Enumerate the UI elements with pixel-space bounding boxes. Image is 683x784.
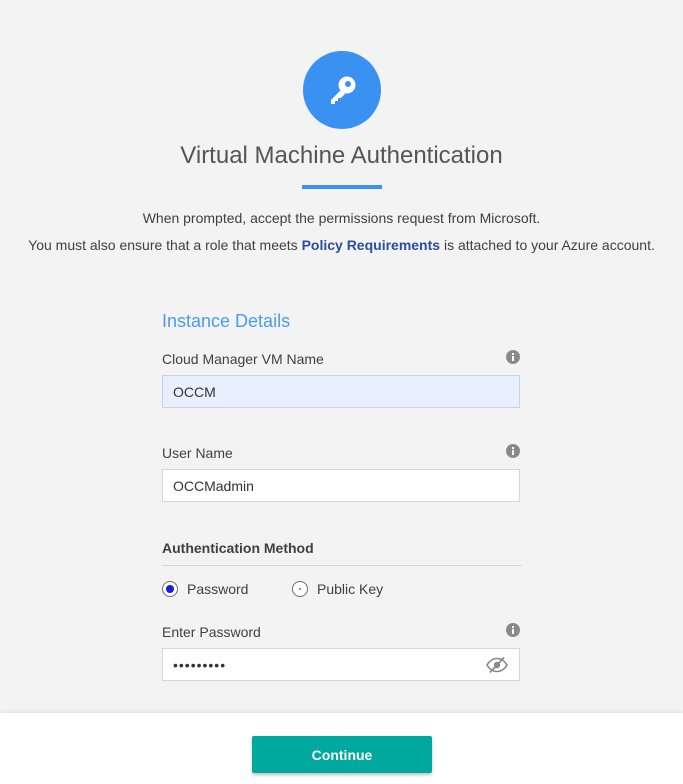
vm-authentication-page: Virtual Machine Authentication When prom… bbox=[0, 0, 683, 784]
user-name-label: User Name bbox=[162, 445, 233, 461]
divider bbox=[162, 565, 522, 566]
title-underline bbox=[302, 185, 382, 189]
page-title: Virtual Machine Authentication bbox=[180, 142, 503, 169]
instance-details-heading: Instance Details bbox=[162, 311, 291, 331]
public-key-radio[interactable] bbox=[292, 581, 308, 597]
policy-requirements-link[interactable]: Policy Requirements bbox=[302, 237, 441, 253]
eye-slash-icon[interactable] bbox=[486, 656, 508, 674]
password-input[interactable] bbox=[162, 648, 520, 681]
password-radio-label[interactable]: Password bbox=[187, 581, 248, 597]
info-icon[interactable] bbox=[506, 350, 520, 364]
description-line-2: You must also ensure that a role that me… bbox=[0, 237, 683, 253]
enter-password-label: Enter Password bbox=[162, 624, 261, 640]
continue-button[interactable]: Continue bbox=[252, 736, 432, 773]
user-name-input[interactable] bbox=[162, 469, 520, 502]
public-key-radio-label[interactable]: Public Key bbox=[317, 581, 383, 597]
footer-bar: Continue bbox=[0, 713, 683, 784]
description-line-2-prefix: You must also ensure that a role that me… bbox=[28, 237, 298, 253]
vm-name-label: Cloud Manager VM Name bbox=[162, 351, 324, 367]
description-line-2-suffix: is attached to your Azure account. bbox=[443, 237, 655, 253]
vm-name-input[interactable] bbox=[162, 375, 520, 408]
authentication-method-heading: Authentication Method bbox=[162, 540, 314, 556]
info-icon[interactable] bbox=[506, 444, 520, 458]
info-icon[interactable] bbox=[506, 623, 520, 637]
description-line-1: When prompted, accept the permissions re… bbox=[142, 210, 541, 226]
password-radio[interactable] bbox=[162, 581, 178, 597]
key-icon bbox=[303, 51, 381, 129]
